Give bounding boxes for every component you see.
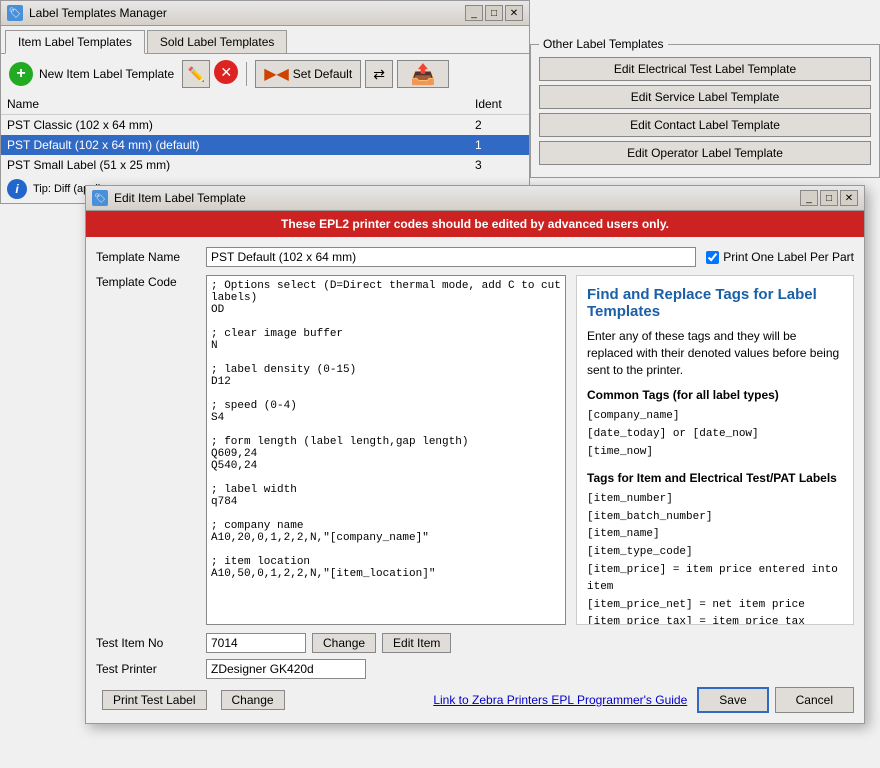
find-replace-intro: Enter any of these tags and they will be… bbox=[587, 328, 843, 378]
row-ident: 1 bbox=[469, 135, 529, 155]
tag-item-price-tax: [item_price_tax] = item price tax amount bbox=[587, 614, 843, 625]
edit-electrical-btn[interactable]: Edit Electrical Test Label Template bbox=[539, 57, 871, 81]
main-window-title: Label Templates Manager bbox=[29, 6, 167, 20]
export-btn[interactable]: 📤 bbox=[397, 60, 449, 88]
common-tags-title: Common Tags (for all label types) bbox=[587, 388, 843, 402]
col-ident: Ident bbox=[469, 94, 529, 115]
app-icon: 🏷 bbox=[7, 5, 23, 21]
templates-table: Name Ident PST Classic (102 x 64 mm) 2 P… bbox=[1, 94, 529, 175]
tag-time-now: [time_now] bbox=[587, 444, 843, 462]
toolbar: + New Item Label Template ✏️ ✕ ▶◀ Set De… bbox=[1, 54, 529, 94]
row-ident: 3 bbox=[469, 155, 529, 175]
bottom-left: Print Test Label Change bbox=[96, 690, 285, 710]
tab-item-label-templates[interactable]: Item Label Templates bbox=[5, 30, 145, 54]
edit-item-button[interactable]: Edit Item bbox=[382, 633, 451, 653]
col-name: Name bbox=[1, 94, 469, 115]
save-button[interactable]: Save bbox=[697, 687, 768, 713]
swap-icon-btn[interactable]: ⇄ bbox=[365, 60, 393, 88]
edit-icon-btn[interactable]: ✏️ bbox=[182, 60, 210, 88]
print-test-label-button[interactable]: Print Test Label bbox=[102, 690, 207, 710]
tab-bar: Item Label Templates Sold Label Template… bbox=[1, 26, 529, 53]
edit-contact-btn[interactable]: Edit Contact Label Template bbox=[539, 113, 871, 137]
main-window: 🏷 Label Templates Manager _ □ ✕ Item Lab… bbox=[0, 0, 530, 204]
export-icon: 📤 bbox=[411, 62, 436, 87]
test-printer-input[interactable] bbox=[206, 659, 366, 679]
dialog-icon: 🏷 bbox=[92, 190, 108, 206]
edit-service-btn[interactable]: Edit Service Label Template bbox=[539, 85, 871, 109]
set-default-button[interactable]: ▶◀ Set Default bbox=[255, 60, 361, 88]
other-templates-title: Other Label Templates bbox=[539, 37, 668, 51]
print-one-checkbox[interactable] bbox=[706, 251, 719, 264]
tag-item-price-net: [item_price_net] = net item price bbox=[587, 597, 843, 615]
dialog-body: Template Name Print One Label Per Part T… bbox=[86, 237, 864, 723]
tab-content: + New Item Label Template ✏️ ✕ ▶◀ Set De… bbox=[1, 53, 529, 203]
close-btn[interactable]: ✕ bbox=[505, 5, 523, 21]
bottom-row: Print Test Label Change Link to Zebra Pr… bbox=[96, 687, 854, 713]
main-window-controls: _ □ ✕ bbox=[465, 5, 523, 21]
dialog-minimize-btn[interactable]: _ bbox=[800, 190, 818, 206]
tag-item-price: [item_price] = item price entered into i… bbox=[587, 562, 843, 597]
tag-item-type-code: [item_type_code] bbox=[587, 544, 843, 562]
other-templates-panel: Other Label Templates Edit Electrical Te… bbox=[530, 40, 880, 178]
template-code-label: Template Code bbox=[96, 275, 206, 289]
template-code-row: Template Code Find and Replace Tags for … bbox=[96, 275, 854, 625]
row-name: PST Default (102 x 64 mm) (default) bbox=[1, 135, 469, 155]
warning-bar: These EPL2 printer codes should be edite… bbox=[86, 211, 864, 237]
zebra-link[interactable]: Link to Zebra Printers EPL Programmer's … bbox=[433, 693, 687, 707]
tag-date-today: [date_today] or [date_now] bbox=[587, 426, 843, 444]
find-replace-panel: Find and Replace Tags for Label Template… bbox=[576, 275, 854, 625]
test-item-label: Test Item No bbox=[96, 636, 206, 650]
find-replace-heading: Find and Replace Tags for Label Template… bbox=[587, 286, 843, 320]
code-area-wrapper: Find and Replace Tags for Label Template… bbox=[206, 275, 854, 625]
template-name-input[interactable] bbox=[206, 247, 696, 267]
change-printer-button[interactable]: Change bbox=[221, 690, 285, 710]
change-item-button[interactable]: Change bbox=[312, 633, 376, 653]
test-printer-row: Test Printer bbox=[96, 659, 854, 679]
test-printer-label: Test Printer bbox=[96, 662, 206, 676]
table-row[interactable]: PST Default (102 x 64 mm) (default) 1 bbox=[1, 135, 529, 155]
main-title-bar: 🏷 Label Templates Manager _ □ ✕ bbox=[1, 1, 529, 26]
tag-item-batch: [item_batch_number] bbox=[587, 509, 843, 527]
delete-button[interactable]: ✕ bbox=[214, 60, 238, 84]
new-template-label: New Item Label Template bbox=[39, 67, 174, 81]
dialog-title-bar: 🏷 Edit Item Label Template _ □ ✕ bbox=[86, 186, 864, 211]
dialog-close-btn[interactable]: ✕ bbox=[840, 190, 858, 206]
dialog-maximize-btn[interactable]: □ bbox=[820, 190, 838, 206]
dialog-title: Edit Item Label Template bbox=[114, 191, 246, 205]
test-item-input[interactable] bbox=[206, 633, 306, 653]
table-row[interactable]: PST Small Label (51 x 25 mm) 3 bbox=[1, 155, 529, 175]
edit-operator-btn[interactable]: Edit Operator Label Template bbox=[539, 141, 871, 165]
print-one-label[interactable]: Print One Label Per Part bbox=[706, 250, 854, 264]
cancel-button[interactable]: Cancel bbox=[775, 687, 854, 713]
warning-text: These EPL2 printer codes should be edite… bbox=[281, 217, 669, 231]
info-icon: i bbox=[7, 179, 27, 199]
row-ident: 2 bbox=[469, 115, 529, 136]
tag-item-number: [item_number] bbox=[587, 491, 843, 509]
template-name-label: Template Name bbox=[96, 250, 206, 264]
minimize-btn[interactable]: _ bbox=[465, 5, 483, 21]
separator bbox=[246, 62, 247, 86]
template-name-row: Template Name Print One Label Per Part bbox=[96, 247, 854, 267]
item-tags-title: Tags for Item and Electrical Test/PAT La… bbox=[587, 471, 843, 485]
save-cancel-buttons: Save Cancel bbox=[697, 687, 854, 713]
tag-company-name: [company_name] bbox=[587, 408, 843, 426]
other-templates-group: Other Label Templates Edit Electrical Te… bbox=[530, 44, 880, 178]
maximize-btn[interactable]: □ bbox=[485, 5, 503, 21]
tab-sold-label-templates[interactable]: Sold Label Templates bbox=[147, 30, 288, 53]
edit-template-dialog: 🏷 Edit Item Label Template _ □ ✕ These E… bbox=[85, 185, 865, 724]
template-code-textarea[interactable] bbox=[206, 275, 566, 625]
test-item-row: Test Item No Change Edit Item bbox=[96, 633, 854, 653]
row-name: PST Small Label (51 x 25 mm) bbox=[1, 155, 469, 175]
row-name: PST Classic (102 x 64 mm) bbox=[1, 115, 469, 136]
tag-item-name: [item_name] bbox=[587, 526, 843, 544]
add-button[interactable]: + bbox=[9, 62, 33, 86]
dialog-controls: _ □ ✕ bbox=[800, 190, 858, 206]
table-row[interactable]: PST Classic (102 x 64 mm) 2 bbox=[1, 115, 529, 136]
arrow-right-icon: ▶◀ bbox=[264, 64, 289, 84]
